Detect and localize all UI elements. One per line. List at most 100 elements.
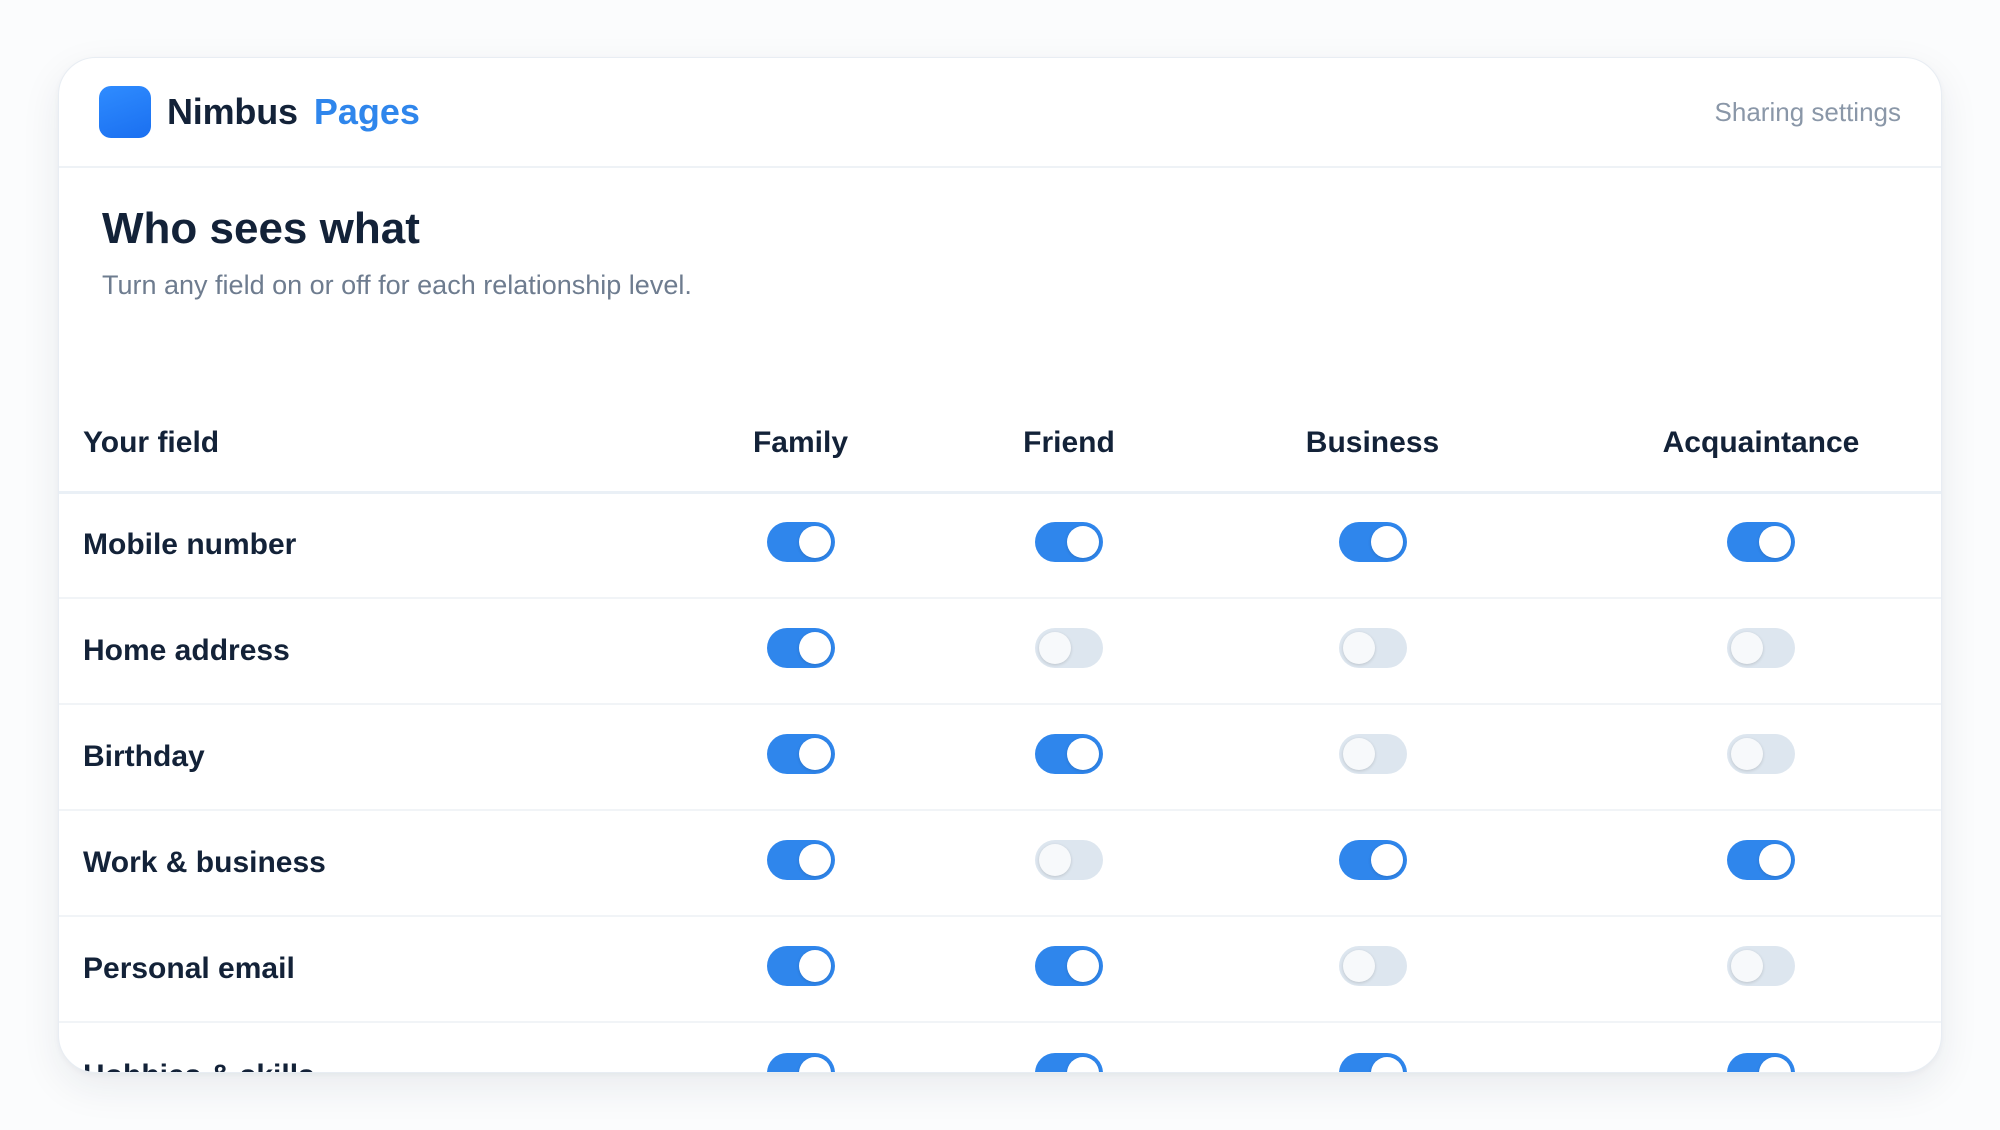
toggle-friend[interactable] xyxy=(1035,1052,1103,1072)
toggle-knob xyxy=(1370,844,1403,876)
toggle-knob xyxy=(1342,738,1375,770)
toggle-cell-friend xyxy=(972,916,1166,1023)
toggle-knob xyxy=(1067,526,1099,559)
toggle-family[interactable] xyxy=(766,734,835,774)
table-row: Personal email xyxy=(59,916,1941,1023)
column-header-friend: Friend xyxy=(972,396,1166,494)
toggle-cell-family xyxy=(629,810,972,917)
brand-name: Nimbus xyxy=(167,91,298,132)
column-header-family: Family xyxy=(629,396,972,494)
toggle-business[interactable] xyxy=(1338,946,1407,986)
toggle-cell-friend xyxy=(972,810,1166,917)
toggle-acquaintance[interactable] xyxy=(1727,734,1795,774)
field-name: Personal email xyxy=(59,916,629,1023)
toggle-friend[interactable] xyxy=(1035,840,1103,880)
brand-product: Pages xyxy=(313,91,420,132)
page-subtitle: Turn any field on or off for each relati… xyxy=(102,270,692,300)
toggle-friend[interactable] xyxy=(1035,522,1103,563)
toggle-cell-business xyxy=(1166,598,1579,705)
toggle-cell-family xyxy=(629,704,972,811)
toggle-acquaintance[interactable] xyxy=(1727,946,1795,986)
toggle-friend[interactable] xyxy=(1035,734,1103,774)
toggle-business[interactable] xyxy=(1338,734,1407,774)
toggle-knob xyxy=(1731,738,1763,770)
toggle-family[interactable] xyxy=(766,946,835,986)
toggle-cell-acquaintance xyxy=(1579,492,1941,599)
table-row: Birthday xyxy=(59,704,1941,811)
toggle-knob xyxy=(1759,526,1791,559)
toggle-cell-business xyxy=(1166,1022,1579,1072)
toggle-knob xyxy=(1039,632,1071,664)
table-row: Hobbies & skills xyxy=(59,1022,1941,1073)
toggle-friend[interactable] xyxy=(1035,628,1103,668)
toggle-knob xyxy=(1067,1056,1099,1072)
toggle-knob xyxy=(1067,738,1099,770)
toggle-knob xyxy=(1759,1056,1791,1072)
nimbus-logo-icon xyxy=(99,86,151,138)
top-bar: Nimbus Pages Sharing settings xyxy=(59,58,1941,168)
toggle-cell-family xyxy=(629,598,972,705)
column-header-business: Business xyxy=(1166,396,1579,494)
table-body: Mobile number Home address Birthday Work & … xyxy=(59,492,1941,1073)
toggle-cell-friend xyxy=(972,1022,1166,1072)
toggle-cell-friend xyxy=(972,704,1166,811)
toggle-acquaintance[interactable] xyxy=(1727,1052,1795,1072)
field-name: Mobile number xyxy=(59,492,629,599)
toggle-acquaintance[interactable] xyxy=(1727,840,1795,880)
toggle-friend[interactable] xyxy=(1035,946,1103,986)
toggle-family[interactable] xyxy=(766,522,835,563)
toggle-cell-business xyxy=(1166,704,1579,811)
table-row: Work & business xyxy=(59,810,1941,917)
toggle-knob xyxy=(1731,950,1763,982)
toggle-knob xyxy=(798,632,831,664)
toggle-family[interactable] xyxy=(766,628,835,668)
toggle-knob xyxy=(798,844,831,876)
toggle-knob xyxy=(1342,632,1375,664)
toggle-family[interactable] xyxy=(766,1052,835,1072)
toggle-knob xyxy=(1759,844,1791,876)
toggle-business[interactable] xyxy=(1338,840,1407,880)
toggle-knob xyxy=(798,950,831,982)
visibility-table: Your field Family Friend Business Acquai… xyxy=(59,396,1941,1073)
toggle-knob xyxy=(1342,950,1375,982)
toggle-knob xyxy=(1731,632,1763,664)
toggle-knob xyxy=(798,1056,831,1072)
toggle-cell-acquaintance xyxy=(1579,1022,1941,1072)
toggle-cell-acquaintance xyxy=(1579,704,1941,811)
toggle-business[interactable] xyxy=(1338,522,1407,563)
toggle-family[interactable] xyxy=(766,840,835,880)
field-name: Hobbies & skills xyxy=(59,1022,629,1073)
toggle-cell-family xyxy=(629,916,972,1023)
column-header-acquaintance: Acquaintance xyxy=(1579,396,1941,494)
toggle-cell-acquaintance xyxy=(1579,810,1941,917)
toggle-acquaintance[interactable] xyxy=(1727,628,1795,668)
toggle-knob xyxy=(1039,844,1071,876)
toggle-knob xyxy=(1370,526,1403,559)
heading-block: Who sees what Turn any field on or off f… xyxy=(59,168,1941,396)
toggle-business[interactable] xyxy=(1338,1052,1407,1072)
toggle-cell-friend xyxy=(972,492,1166,599)
toggle-cell-acquaintance xyxy=(1579,598,1941,705)
field-name: Work & business xyxy=(59,810,629,917)
sharing-settings-link[interactable]: Sharing settings xyxy=(1715,97,1901,128)
toggle-cell-friend xyxy=(972,598,1166,705)
field-name: Home address xyxy=(59,598,629,705)
toggle-cell-family xyxy=(629,492,972,599)
toggle-knob xyxy=(1067,950,1099,982)
toggle-acquaintance[interactable] xyxy=(1727,522,1795,563)
toggle-knob xyxy=(1370,1056,1403,1072)
table-row: Home address xyxy=(59,598,1941,705)
page-title: Who sees what xyxy=(102,204,420,253)
toggle-cell-family xyxy=(629,1022,972,1072)
sharing-settings-card: Nimbus Pages Sharing settings Who sees w… xyxy=(58,57,1942,1073)
toggle-knob xyxy=(798,738,831,770)
column-header-field: Your field xyxy=(59,396,629,494)
table-row: Mobile number xyxy=(59,492,1941,599)
toggle-cell-business xyxy=(1166,492,1579,599)
toggle-knob xyxy=(798,526,831,559)
toggle-cell-business xyxy=(1166,810,1579,917)
toggle-business[interactable] xyxy=(1338,628,1407,668)
toggle-cell-acquaintance xyxy=(1579,916,1941,1023)
table-header-row: Your field Family Friend Business Acquai… xyxy=(59,396,1941,494)
field-name: Birthday xyxy=(59,704,629,811)
